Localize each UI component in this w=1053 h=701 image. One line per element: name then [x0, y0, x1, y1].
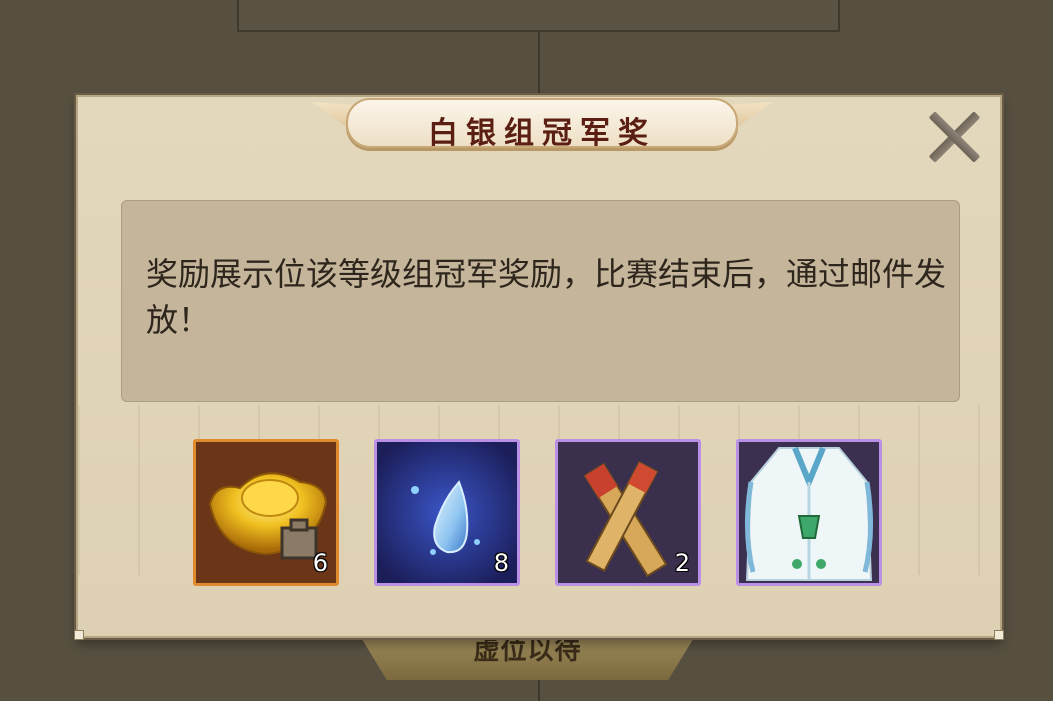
robe-costume-icon	[739, 442, 879, 583]
corner-ornament	[994, 630, 1004, 640]
reward-count: 8	[493, 549, 509, 577]
corner-ornament	[74, 630, 84, 640]
title-plate: 白银组冠军奖	[346, 98, 738, 151]
background-divider	[538, 32, 540, 102]
game-screen: 虚位以待 白银组冠军奖 奖励展示位该等级组冠军奖励，比赛结束后，通过邮件发放！	[0, 0, 1053, 701]
reward-item-water-drop[interactable]: 8	[374, 439, 520, 586]
reward-item-brush-scroll[interactable]: 令 2	[555, 439, 701, 586]
reward-item-gold-ingot[interactable]: 6	[193, 439, 339, 586]
description-panel: 奖励展示位该等级组冠军奖励，比赛结束后，通过邮件发放！	[121, 200, 960, 402]
reward-item-robe-costume[interactable]	[736, 439, 882, 586]
dialog-title-banner: 白银组冠军奖	[312, 96, 772, 154]
reward-count: 2	[674, 549, 690, 577]
dialog-title: 白银组冠军奖	[428, 116, 656, 151]
close-button[interactable]	[926, 107, 982, 165]
reward-count: 6	[312, 549, 328, 577]
description-text: 奖励展示位该等级组冠军奖励，比赛结束后，通过邮件发放！	[146, 255, 947, 339]
background-top-frame	[237, 0, 840, 32]
